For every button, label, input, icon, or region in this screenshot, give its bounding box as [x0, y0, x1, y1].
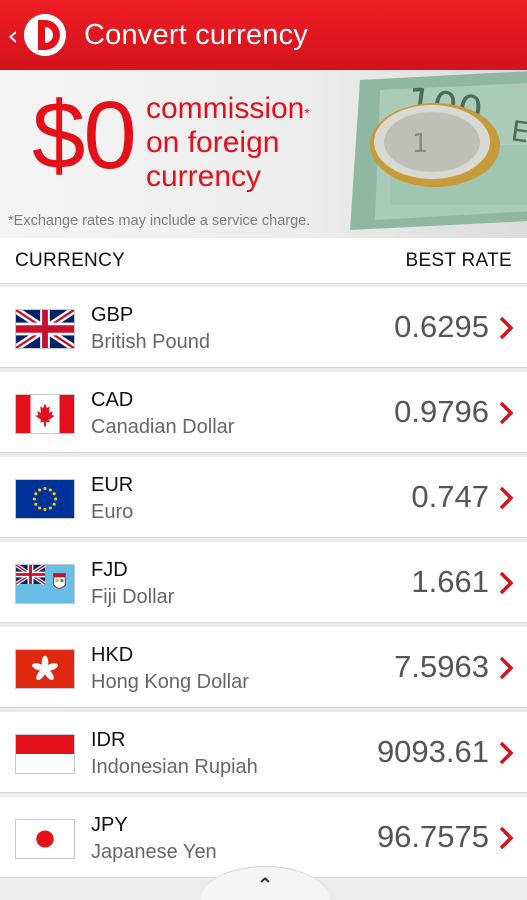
banknote-coin-image: 100 EU 1: [350, 71, 527, 230]
currency-code: EUR: [91, 474, 134, 496]
japan-flag-icon: [15, 819, 75, 859]
promo-line-1: commission: [146, 92, 305, 125]
column-best-rate: BEST RATE: [405, 249, 512, 271]
currency-rate: 0.747: [411, 479, 489, 514]
hong-kong-flag-icon: [15, 649, 75, 689]
logo-icon[interactable]: [24, 14, 66, 56]
currency-rate: 0.6295: [394, 309, 489, 344]
currency-code: CAD: [91, 389, 134, 411]
promo-line-2: on foreign: [146, 126, 280, 159]
currency-row-fjd[interactable]: FJD Fiji Dollar 1.661: [0, 542, 527, 623]
chevron-right-icon: [499, 571, 514, 595]
chevron-right-icon: [499, 316, 514, 340]
chevron-right-icon: [499, 826, 514, 850]
currency-code: HKD: [91, 644, 134, 666]
currency-rate: 1.661: [411, 564, 489, 599]
currency-name: Canadian Dollar: [91, 416, 235, 438]
promo-banner[interactable]: $0 commission* on foreign currency 100 E…: [0, 70, 527, 238]
disclaimer-text: *Exchange rates may include a service ch…: [8, 213, 311, 229]
eu-flag-icon: [15, 479, 75, 519]
promo-amount: $0: [32, 82, 137, 189]
canada-flag-icon: [15, 394, 75, 434]
chevron-right-icon: [499, 486, 514, 510]
currency-rate: 96.7575: [376, 819, 489, 854]
currency-list: GBP British Pound 0.6295 CAD Canadian Do…: [0, 287, 527, 882]
promo-asterisk: *: [304, 105, 310, 121]
chevron-left-icon[interactable]: ‹: [4, 0, 22, 70]
app-root: ‹ Convert currency $0 commission* on for…: [0, 0, 527, 900]
currency-name: Euro: [91, 501, 134, 523]
currency-name: British Pound: [91, 331, 210, 353]
currency-name: Indonesian Rupiah: [91, 756, 258, 778]
currency-rate: 9093.61: [376, 734, 489, 769]
list-column-header: CURRENCY BEST RATE: [0, 238, 527, 284]
chevron-right-icon: [499, 741, 514, 765]
currency-code: GBP: [91, 304, 134, 326]
svg-text:1: 1: [412, 129, 429, 159]
currency-row-gbp[interactable]: GBP British Pound 0.6295: [0, 287, 527, 368]
currency-rate: 7.5963: [394, 649, 489, 684]
currency-row-eur[interactable]: EUR Euro 0.747: [0, 457, 527, 538]
indonesia-flag-icon: [15, 734, 75, 774]
currency-row-cad[interactable]: CAD Canadian Dollar 0.9796: [0, 372, 527, 453]
chevron-right-icon: [499, 401, 514, 425]
currency-row-hkd[interactable]: HKD Hong Kong Dollar 7.5963: [0, 627, 527, 708]
currency-rate: 0.9796: [394, 394, 489, 429]
currency-name: Japanese Yen: [91, 841, 217, 863]
currency-code: JPY: [91, 814, 128, 836]
chevron-right-icon: [499, 656, 514, 680]
page-title: Convert currency: [84, 18, 308, 51]
app-header: ‹ Convert currency: [0, 0, 527, 70]
currency-row-idr[interactable]: IDR Indonesian Rupiah 9093.61: [0, 712, 527, 793]
currency-code: FJD: [91, 559, 128, 581]
chevron-up-icon: ⌃: [256, 873, 274, 897]
promo-line-3: currency: [146, 160, 262, 193]
promo-text: commission* on foreign currency: [146, 92, 310, 194]
currency-name: Hong Kong Dollar: [91, 671, 249, 693]
uk-flag-icon: [15, 309, 75, 349]
currency-code: IDR: [91, 729, 126, 751]
fiji-flag-icon: [15, 564, 75, 604]
currency-name: Fiji Dollar: [91, 586, 175, 608]
column-currency: CURRENCY: [15, 249, 126, 271]
